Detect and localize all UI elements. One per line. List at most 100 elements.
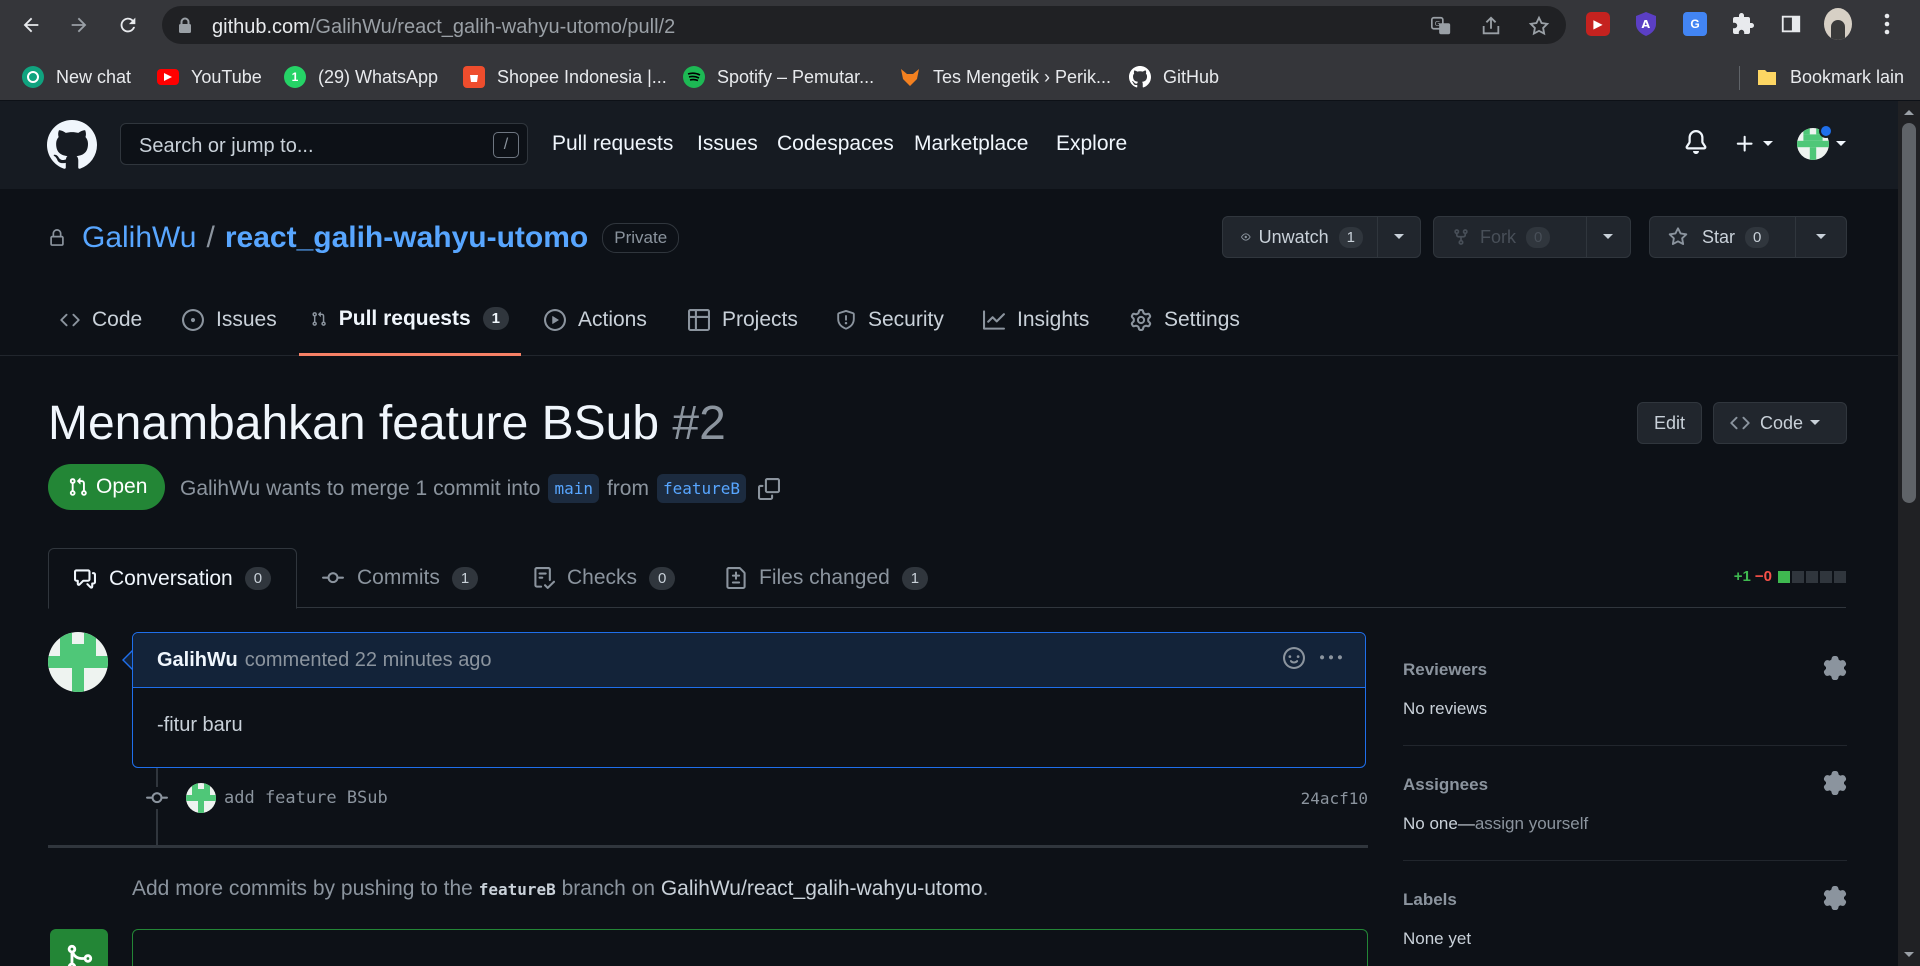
arrow-right-icon [71, 17, 87, 33]
tab-actions[interactable]: Actions [544, 284, 647, 356]
timeline-break [48, 845, 1368, 848]
tab-conversation[interactable]: Conversation 0 [48, 548, 297, 609]
reload-icon [120, 17, 136, 33]
assignees-heading[interactable]: Assignees [1403, 775, 1488, 795]
bookmark-typing-test[interactable]: Tes Mengetik › Perik... [899, 60, 1111, 94]
tab-insights[interactable]: Insights [983, 284, 1089, 356]
comment-author-avatar[interactable] [48, 632, 108, 692]
comment-box: GalihWu commented 22 minutes ago -fitur … [132, 632, 1366, 768]
kebab-horizontal-icon[interactable] [1319, 647, 1343, 669]
caret-down-icon [1810, 420, 1821, 425]
graph-icon [983, 310, 1005, 330]
copy-icon[interactable] [758, 477, 781, 500]
code-dropdown-button[interactable]: Code [1713, 402, 1847, 444]
tab-issues[interactable]: Issues [182, 284, 277, 356]
smiley-icon[interactable] [1283, 647, 1305, 669]
head-branch-label[interactable]: featureB [656, 474, 747, 503]
arrow-left-icon [23, 17, 39, 33]
svg-text:A: A [1642, 18, 1651, 31]
forward-button[interactable] [62, 8, 96, 42]
push-note-branch: featureB [478, 880, 556, 899]
bookmark-shopee[interactable]: Shopee Indonesia |... [463, 60, 667, 94]
bookmark-youtube[interactable]: YouTube [157, 60, 262, 94]
edit-title-button[interactable]: Edit [1637, 402, 1703, 444]
chrome-menu-icon[interactable] [1873, 10, 1901, 38]
nav-codespaces[interactable]: Codespaces [777, 132, 894, 156]
assign-yourself-link[interactable]: assign yourself [1475, 814, 1588, 833]
nav-issues[interactable]: Issues [697, 132, 758, 156]
comment-timestamp[interactable]: commented 22 minutes ago [245, 649, 492, 672]
tab-files-changed[interactable]: Files changed 1 [725, 548, 929, 608]
puzzle-icon[interactable] [1729, 10, 1757, 38]
commit-sha-link[interactable]: 24acf10 [1301, 789, 1368, 808]
nav-pull-requests[interactable]: Pull requests [552, 132, 673, 156]
repo-name-link[interactable]: react_galih-wahyu-utomo [225, 221, 588, 255]
page-scrollbar[interactable] [1898, 101, 1920, 966]
extension-shield-icon[interactable]: A [1632, 10, 1660, 38]
comment-body: -fitur baru [157, 714, 243, 736]
diffstat[interactable]: +1 −0 [1734, 568, 1846, 585]
comment-author-link[interactable]: GalihWu [157, 649, 238, 672]
notifications-bell-icon[interactable] [1684, 129, 1708, 155]
commit-author-avatar[interactable] [186, 783, 216, 813]
star-button[interactable]: Star 0 [1650, 217, 1796, 257]
bookmark-other-folder[interactable]: Bookmark lain [1756, 60, 1904, 94]
push-note-repo-link[interactable]: GalihWu/react_galih-wahyu-utomo [661, 877, 983, 900]
extension-translate-icon[interactable]: G [1681, 10, 1709, 38]
side-panel-icon[interactable] [1777, 10, 1805, 38]
tab-projects[interactable]: Projects [688, 284, 798, 356]
create-new-dropdown[interactable] [1734, 133, 1774, 155]
tab-commits[interactable]: Commits 1 [321, 548, 479, 608]
comment-tools [1283, 647, 1343, 669]
tab-pull-requests[interactable]: Pull requests 1 [299, 284, 521, 356]
user-menu[interactable] [1797, 124, 1847, 160]
reload-button[interactable] [111, 8, 145, 42]
gear-icon[interactable] [1823, 886, 1847, 910]
tab-checks[interactable]: Checks 0 [533, 548, 676, 608]
profile-avatar[interactable] [1824, 8, 1852, 40]
shield-icon [837, 310, 855, 330]
git-pull-request-icon [312, 311, 326, 326]
base-branch-label[interactable]: main [548, 474, 599, 503]
unwatch-button[interactable]: Unwatch 1 [1223, 217, 1378, 257]
bookmark-new-chat[interactable]: New chat [22, 60, 131, 94]
fork-dropdown-button[interactable] [1587, 217, 1630, 257]
comment-header: GalihWu commented 22 minutes ago [133, 633, 1365, 688]
commit-message-link[interactable]: add feature BSub [224, 788, 388, 808]
fork-button[interactable]: Fork 0 [1434, 217, 1587, 257]
search-placeholder: Search or jump to... [139, 135, 314, 157]
share-icon[interactable] [1480, 15, 1502, 37]
scrollbar-thumb[interactable] [1902, 123, 1916, 503]
nav-explore[interactable]: Explore [1056, 132, 1127, 156]
github-logo-icon[interactable] [47, 120, 97, 170]
bookmark-spotify[interactable]: Spotify – Pemutar... [683, 60, 874, 94]
diffstat-block [1792, 570, 1804, 583]
pr-author-link[interactable]: GalihWu [180, 477, 260, 501]
address-bar[interactable]: github.com/GalihWu/react_galih-wahyu-uto… [162, 6, 1566, 44]
gear-icon[interactable] [1823, 656, 1847, 680]
watch-dropdown-button[interactable] [1378, 217, 1420, 257]
nav-marketplace[interactable]: Marketplace [914, 132, 1028, 156]
extension-red-icon[interactable]: ▶ [1584, 10, 1612, 38]
star-bookmark-icon[interactable] [1528, 15, 1550, 37]
play-icon [544, 309, 566, 331]
tab-security[interactable]: Security [836, 284, 944, 356]
bookmark-whatsapp[interactable]: 1 (29) WhatsApp [284, 60, 438, 94]
scroll-down-arrow-icon[interactable] [1898, 948, 1920, 962]
labels-heading[interactable]: Labels [1403, 890, 1457, 910]
bookmark-github[interactable]: GitHub [1129, 60, 1219, 94]
push-note-prefix: Add more commits by pushing to the [132, 877, 473, 900]
scroll-up-arrow-icon[interactable] [1898, 105, 1920, 119]
diffstat-block [1820, 570, 1832, 583]
back-button[interactable] [14, 8, 48, 42]
git-pull-request-icon [69, 477, 87, 496]
tab-settings[interactable]: Settings [1130, 284, 1240, 356]
tab-code[interactable]: Code [60, 284, 142, 356]
star-dropdown-button[interactable] [1796, 217, 1846, 257]
repo-owner-link[interactable]: GalihWu [82, 221, 197, 255]
star-count: 0 [1745, 226, 1770, 248]
translate-icon[interactable]: G [1430, 15, 1452, 37]
search-input[interactable]: Search or jump to... / [120, 123, 528, 165]
gear-icon[interactable] [1823, 771, 1847, 795]
reviewers-heading[interactable]: Reviewers [1403, 660, 1487, 680]
